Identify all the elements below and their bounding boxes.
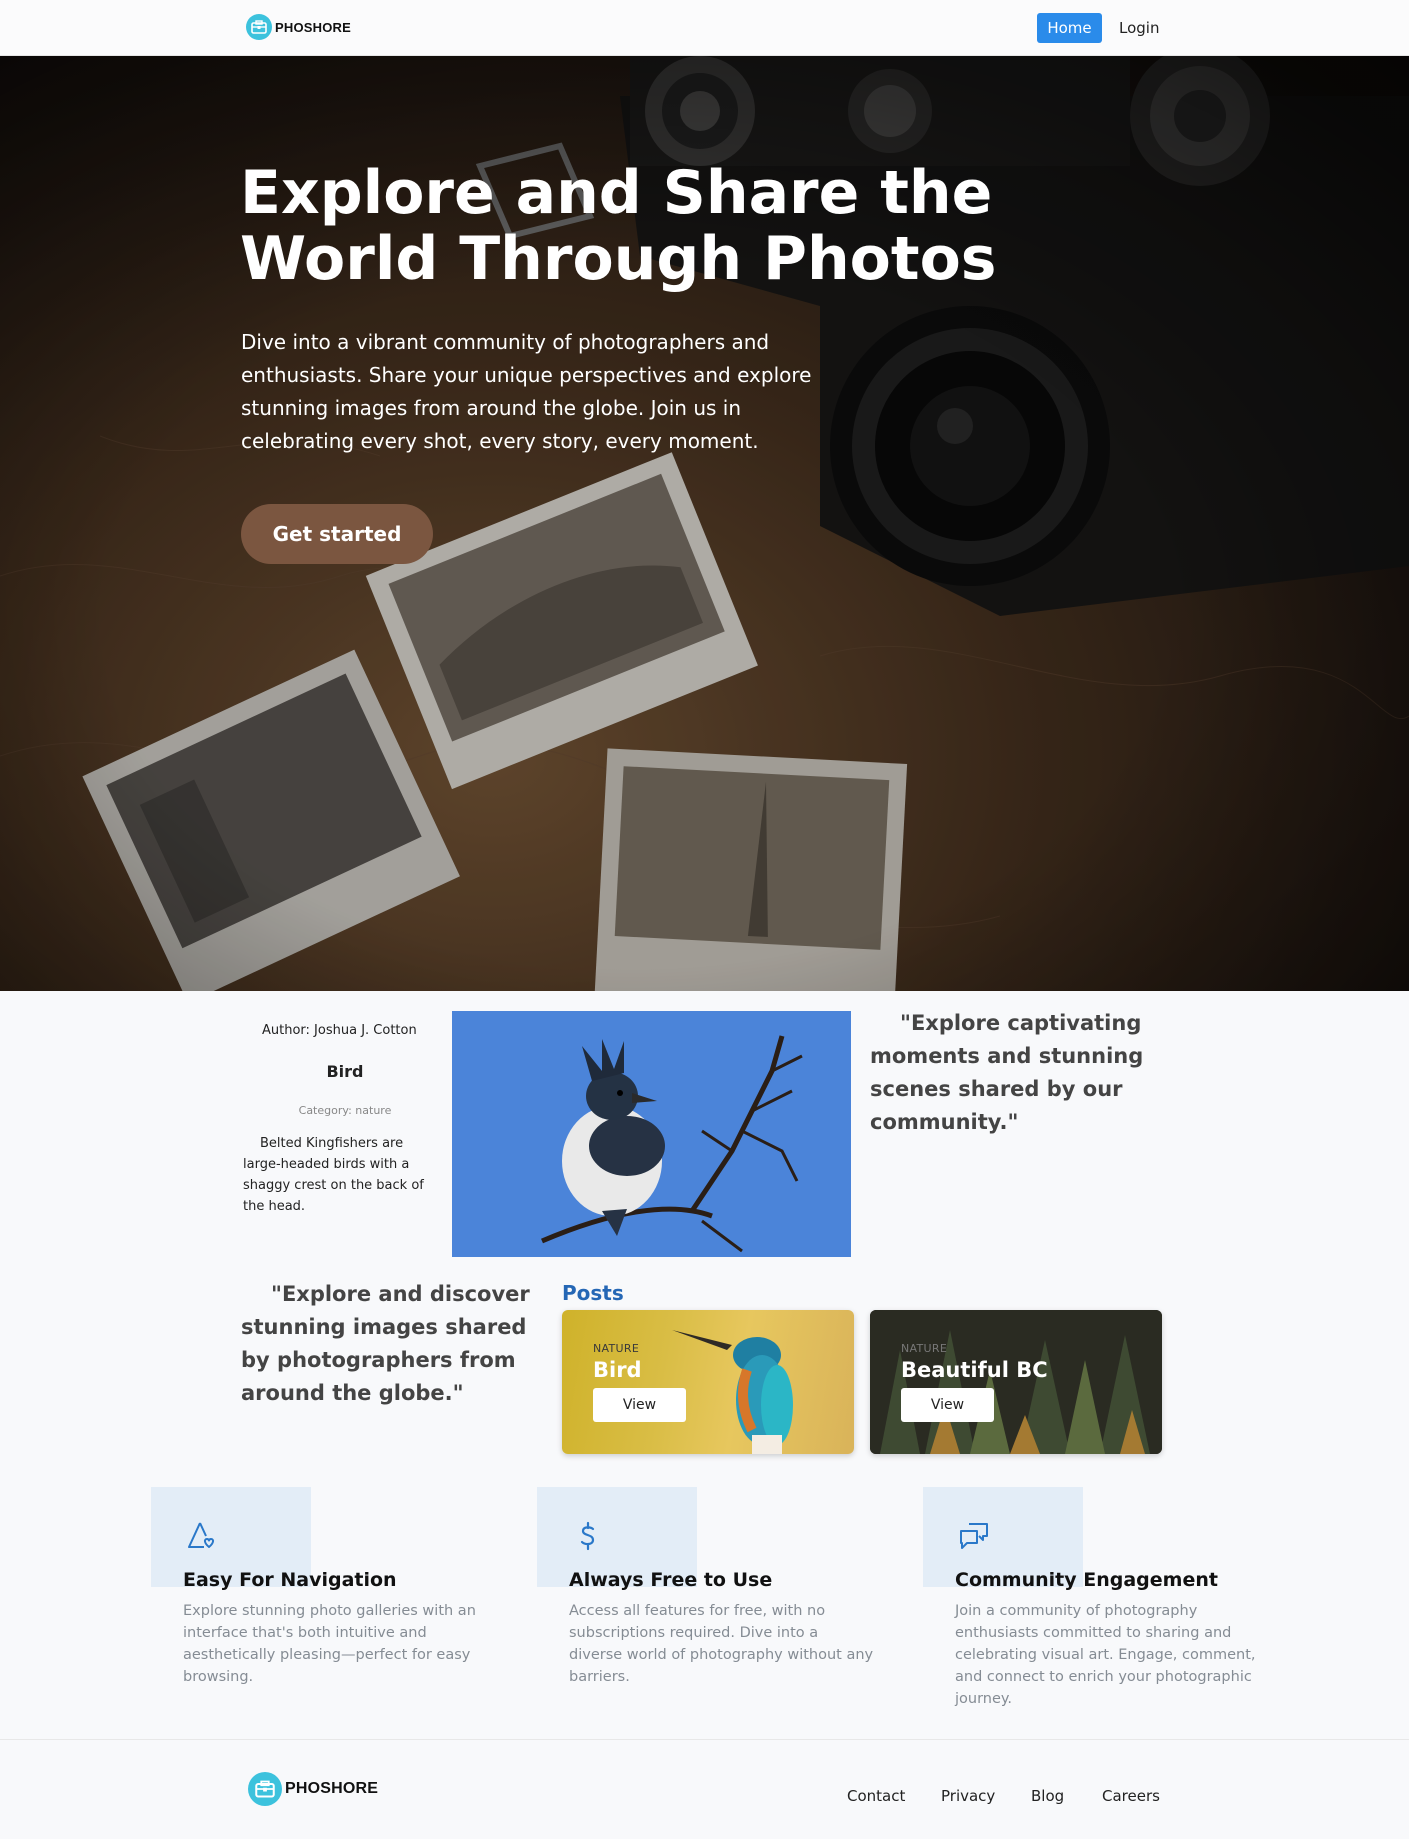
card-kingfisher-image — [672, 1330, 793, 1454]
navbar: PHOSHORE Home Login — [0, 0, 1409, 56]
feature-title: Always Free to Use — [569, 1569, 773, 1591]
map-heart-icon — [186, 1520, 218, 1552]
hero-title: Explore and Share the World Through Phot… — [240, 158, 997, 294]
brand-name: PHOSHORE — [275, 19, 352, 35]
featured-description: Belted Kingfishers are large-headed bird… — [243, 1136, 424, 1214]
footer: PHOSHORE Contact Privacy Blog Careers — [0, 1739, 1409, 1839]
posts-quote: "Explore and discover stunning images sh… — [241, 1282, 530, 1405]
camera-logo-icon — [248, 1772, 282, 1806]
get-started-button[interactable]: Get started — [241, 504, 433, 564]
footer-link-privacy[interactable]: Privacy — [941, 1787, 995, 1805]
footer-link-careers[interactable]: Careers — [1102, 1787, 1160, 1805]
featured-category: Category: nature — [298, 1104, 392, 1117]
feature-description: Join a community of photography enthusia… — [955, 1603, 1256, 1707]
featured-bird-image[interactable] — [452, 1011, 851, 1257]
featured-author: Author: Joshua J. Cotton — [262, 1023, 417, 1038]
feature-description: Access all features for free, with no su… — [569, 1603, 874, 1685]
featured-title: Bird — [326, 1062, 364, 1081]
hero-description: Dive into a vibrant community of photogr… — [241, 330, 812, 453]
footer-link-blog[interactable]: Blog — [1031, 1787, 1064, 1805]
chat-icon — [958, 1520, 990, 1552]
post-card-beautiful-bc[interactable]: NATURE Beautiful BC View — [870, 1310, 1162, 1454]
post-card-tag: NATURE — [593, 1342, 640, 1355]
posts-heading: Posts — [562, 1281, 624, 1305]
kingfisher-photo — [452, 1011, 851, 1257]
hero-section: Explore and Share the World Through Phot… — [0, 56, 1409, 991]
nav-login-link[interactable]: Login — [1119, 13, 1159, 43]
post-card-tag: NATURE — [901, 1342, 948, 1355]
nav-home-button[interactable]: Home — [1037, 13, 1102, 43]
post-card-bird[interactable]: NATURE Bird View — [562, 1310, 854, 1454]
footer-brand-link[interactable]: PHOSHORE — [248, 1772, 378, 1806]
feature-description: Explore stunning photo galleries with an… — [183, 1603, 476, 1685]
camera-logo-icon — [246, 14, 272, 40]
dollar-icon — [572, 1520, 604, 1552]
view-button[interactable]: View — [901, 1388, 994, 1422]
featured-quote: "Explore captivating moments and stunnin… — [870, 1011, 1144, 1134]
card-forest-image — [870, 1310, 1162, 1454]
brand-logo-link[interactable]: PHOSHORE — [246, 14, 351, 40]
post-card-title: Bird — [593, 1358, 642, 1382]
footer-brand-name: PHOSHORE — [285, 1780, 379, 1797]
feature-title: Easy For Navigation — [183, 1569, 397, 1591]
feature-title: Community Engagement — [955, 1569, 1218, 1591]
footer-link-contact[interactable]: Contact — [847, 1787, 905, 1805]
view-button[interactable]: View — [593, 1388, 686, 1422]
post-card-title: Beautiful BC — [901, 1358, 1048, 1382]
